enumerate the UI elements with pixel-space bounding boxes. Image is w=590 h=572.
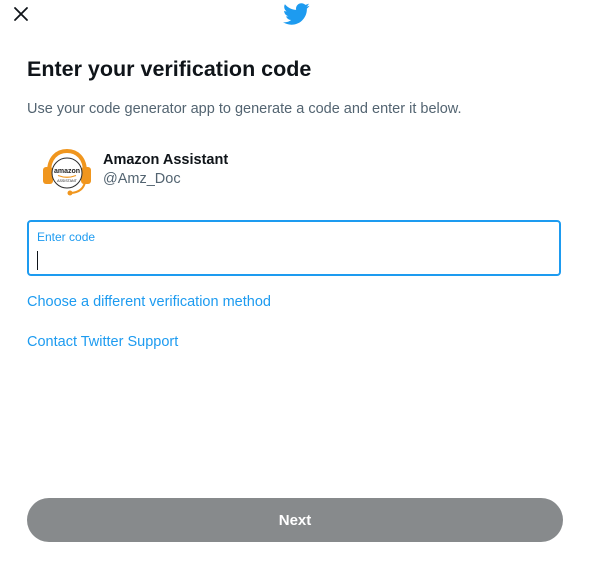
- account-handle: @Amz_Doc: [103, 170, 181, 187]
- avatar: amazon ASSISTANT: [43, 148, 91, 196]
- page-subtitle: Use your code generator app to generate …: [27, 101, 462, 117]
- close-icon: [14, 7, 28, 21]
- close-button[interactable]: [10, 3, 32, 25]
- avatar-text-bottom: ASSISTANT: [57, 179, 78, 183]
- text-cursor: [37, 251, 38, 270]
- twitter-bird-icon: [283, 3, 310, 25]
- account-card: amazon ASSISTANT Amazon Assistant @Amz_D…: [41, 146, 228, 198]
- contact-support-link[interactable]: Contact Twitter Support: [27, 334, 178, 350]
- avatar-text-top: amazon: [54, 168, 80, 175]
- page-title: Enter your verification code: [27, 57, 312, 81]
- different-method-link[interactable]: Choose a different verification method: [27, 294, 271, 310]
- code-input[interactable]: Enter code: [27, 220, 561, 276]
- code-input-label: Enter code: [37, 230, 96, 244]
- account-name: Amazon Assistant: [103, 151, 229, 168]
- next-button[interactable]: Next: [27, 498, 563, 542]
